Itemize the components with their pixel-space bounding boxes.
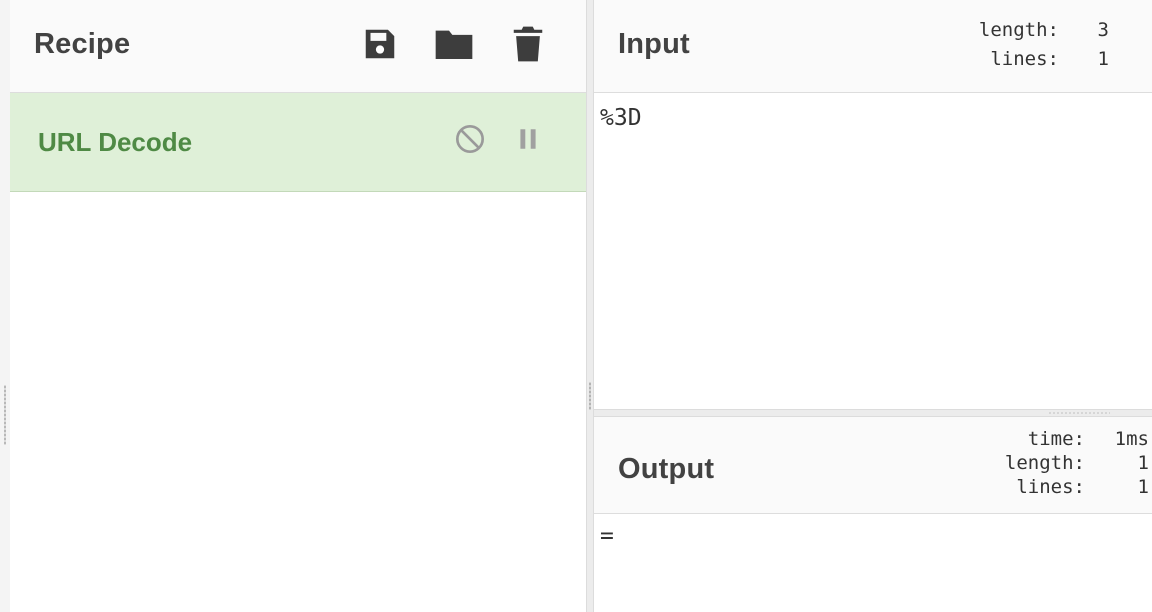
input-header: Input length: 3 lines: 1 (594, 0, 1152, 93)
recipe-pane: Recipe URL Decode (10, 0, 586, 612)
cyberchef-app: Recipe URL Decode Input length: 3 lines:… (0, 0, 1152, 612)
output-pane: Output time: 1ms length: 1 lines: 1 = (594, 417, 1152, 612)
recipe-title: Recipe (34, 28, 131, 60)
recipe-toolbar (360, 24, 548, 64)
operation-url-decode[interactable]: URL Decode (10, 93, 586, 192)
input-lines: 1 (1097, 48, 1109, 70)
output-time: 1ms (1114, 428, 1149, 450)
output-title: Output (618, 453, 715, 485)
resize-grip (1048, 412, 1110, 414)
stat-label: length: (1004, 452, 1085, 474)
horizontal-resize-handle[interactable] (594, 409, 1152, 417)
output-header: Output time: 1ms length: 1 lines: 1 (594, 417, 1152, 514)
vertical-resize-handle[interactable] (586, 0, 594, 612)
stat-label: length: (978, 19, 1059, 41)
recipe-header: Recipe (10, 0, 586, 93)
stat-label: time: (1027, 428, 1085, 450)
resize-grip[interactable] (4, 385, 6, 445)
trash-icon[interactable] (508, 24, 548, 64)
operation-name: URL Decode (38, 127, 193, 157)
output-textarea[interactable]: = (600, 523, 1152, 612)
stat-label: lines: (1016, 476, 1085, 498)
input-pane: Input length: 3 lines: 1 %3D (594, 0, 1152, 409)
input-textarea[interactable]: %3D (600, 105, 1152, 409)
input-title: Input (618, 28, 690, 60)
output-stats: time: 1ms length: 1 lines: 1 (1005, 427, 1149, 499)
input-stats: length: 3 lines: 1 (979, 16, 1109, 74)
pause-icon[interactable] (510, 121, 546, 157)
output-lines: 1 (1137, 476, 1149, 498)
resize-grip (589, 382, 591, 410)
output-length: 1 (1137, 452, 1149, 474)
folder-icon[interactable] (434, 24, 474, 64)
disable-icon[interactable] (452, 121, 488, 157)
stat-label: lines: (990, 48, 1059, 70)
save-icon[interactable] (360, 24, 400, 64)
operation-controls (452, 121, 546, 157)
input-length: 3 (1097, 19, 1109, 41)
